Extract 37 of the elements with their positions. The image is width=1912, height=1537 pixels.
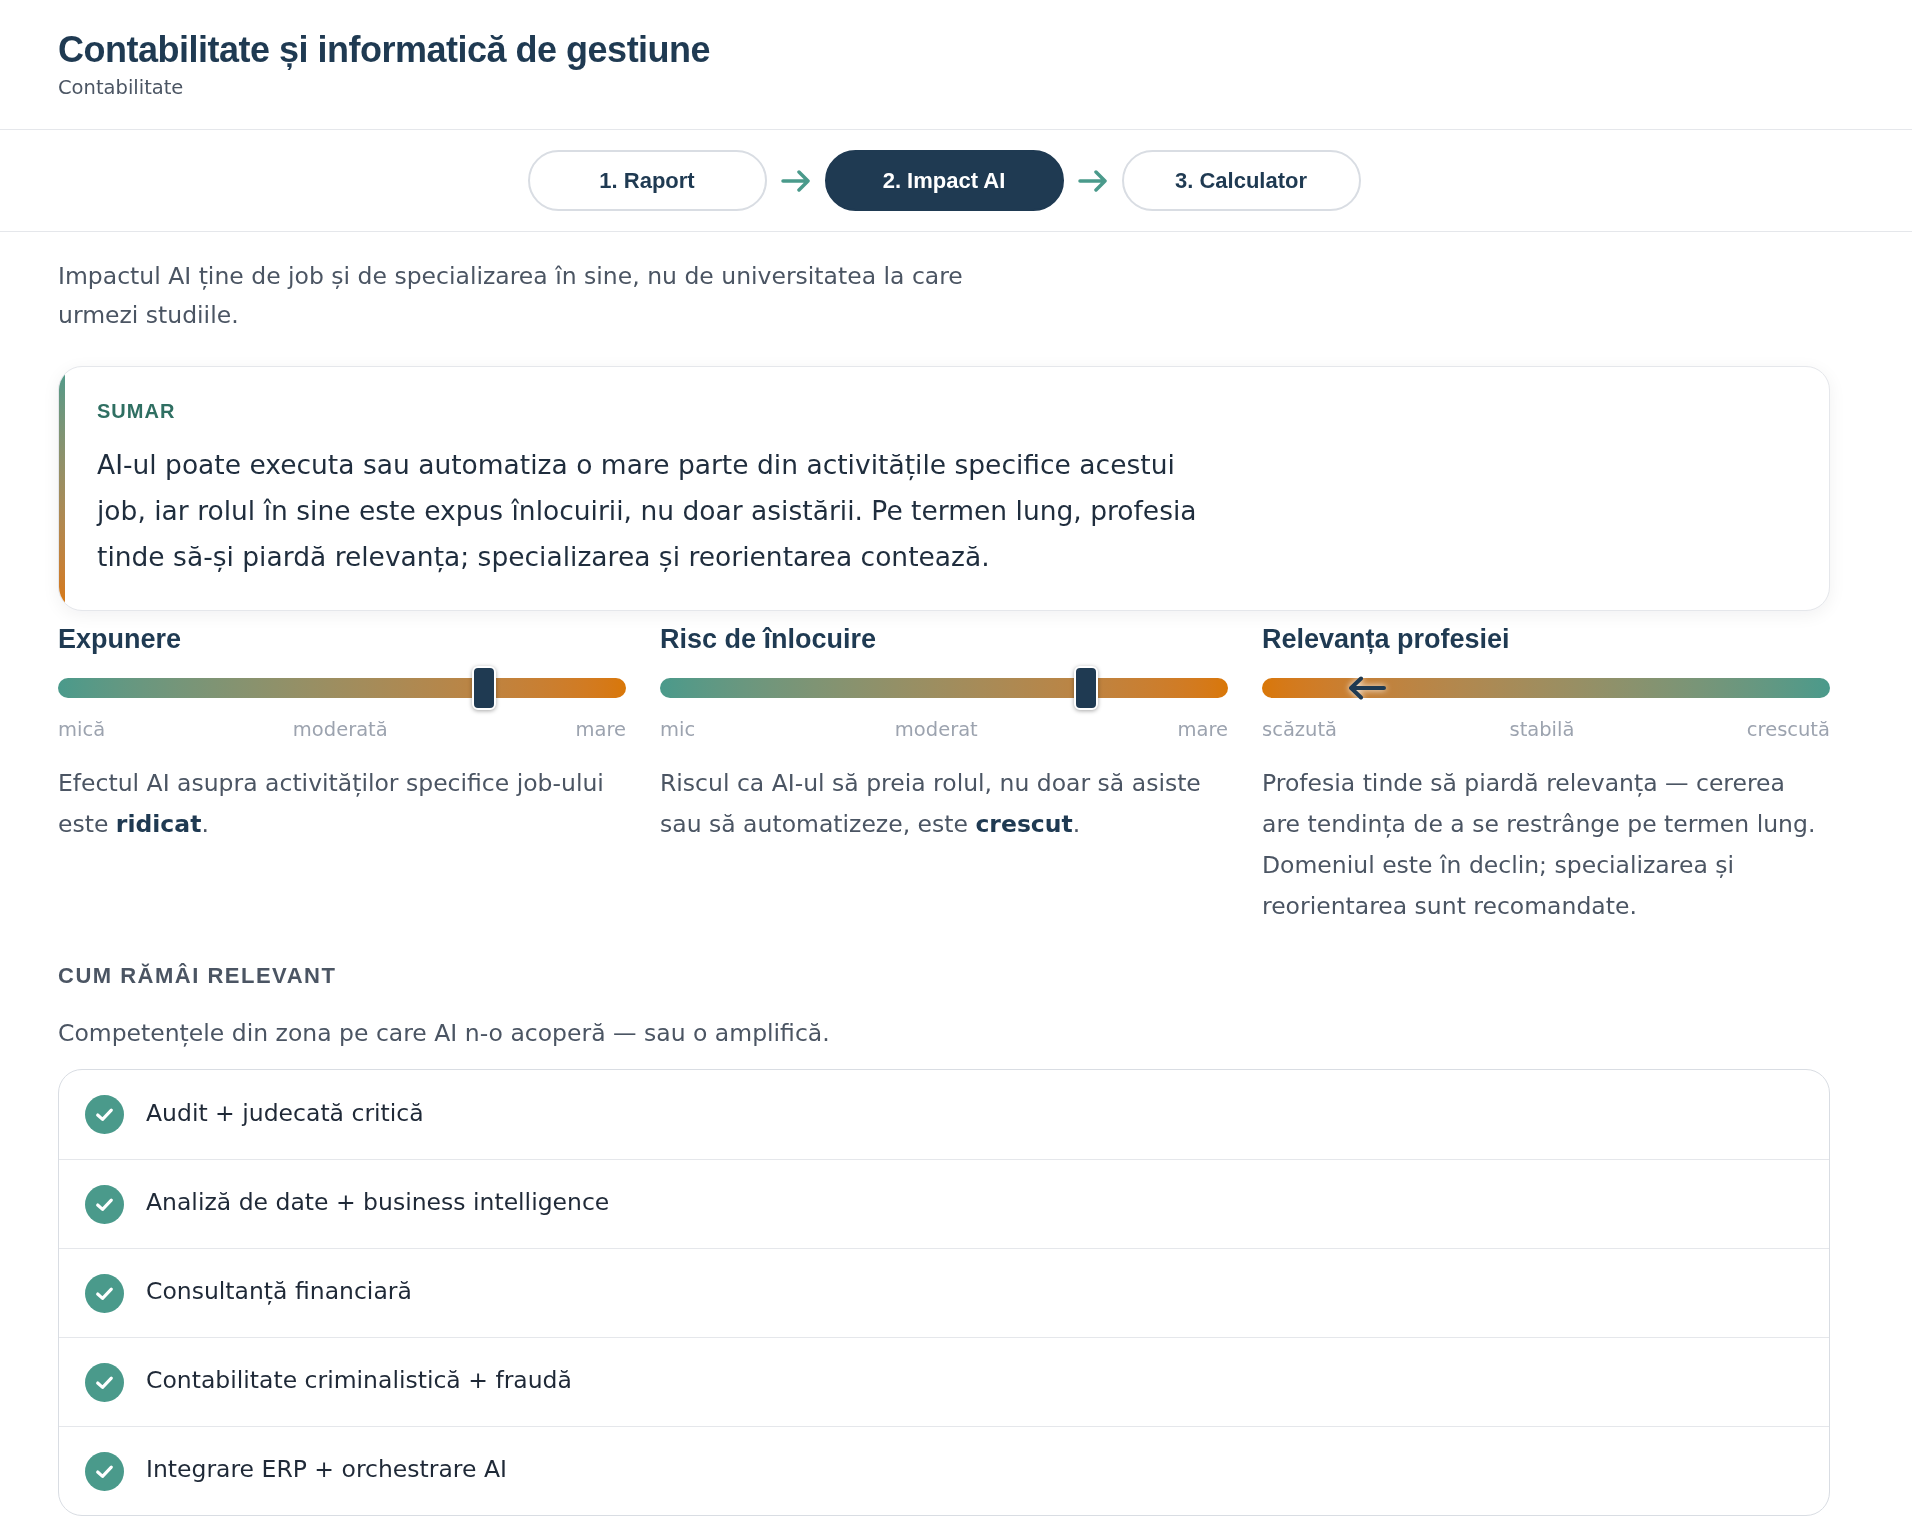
skill-item: Contabilitate criminalistică + fraudă	[146, 1365, 572, 1395]
meter-description: Efectul AI asupra activităților specifice job-ului este ridicat.	[58, 768, 605, 840]
meter-title: Expunere	[58, 624, 182, 654]
skill-item: Audit + judecată critică	[146, 1097, 424, 1128]
skill-item: Integrare ERP + orchestrare AI	[146, 1454, 507, 1484]
section-heading: CUM RĂMÂI RELEVANT	[58, 964, 337, 988]
skill-item: Consultanță financiară	[146, 1276, 412, 1306]
check-circle-icon	[85, 1095, 124, 1134]
check-circle-icon	[85, 1273, 124, 1313]
scale-label: mare	[575, 718, 626, 742]
step-tab[interactable]: 1. Raport	[527, 150, 767, 211]
scale-label: moderată	[292, 718, 388, 742]
step-tab[interactable]: 2. Impact AI	[824, 150, 1064, 211]
meter-description: Profesia tinde să piardă relevanța — cererea are tendința de a se restrânge pe termen lung. Domeniul este în declin; specializarea și reorientarea sunt recomandate.	[1262, 768, 1817, 922]
right-arrow-icon	[780, 169, 811, 192]
page-subtitle: Contabilitate	[58, 76, 184, 100]
skill-item: Analiză de date + business intelligence	[146, 1187, 610, 1217]
scale-label: crescută	[1746, 718, 1830, 742]
scale-label: stabilă	[1509, 718, 1575, 742]
summary-text: AI-ul poate executa sau automatiza o mare parte din activitățile specifice acestui job, iar rolul în sine este expus înlocuirii, nu doar asistării. Pe termen lung, profesia tinde să-și piardă relevanța; specializarea și reorientarea contează.	[97, 448, 1198, 575]
intro-text: Impactul AI ține de job și de specializarea în sine, nu de universitatea la care urmezi studiile.	[58, 261, 964, 331]
scale-label: mică	[58, 718, 106, 742]
scale-label: mic	[660, 718, 696, 742]
meter-description: Riscul ca AI-ul să preia rolul, nu doar să asiste sau să automatizeze, este crescut.	[660, 768, 1202, 840]
summary-label: SUMAR	[97, 400, 176, 422]
page-title: Contabilitate și informatică de gestiune	[58, 30, 711, 70]
meter-title: Risc de înlocuire	[660, 624, 877, 654]
check-circle-icon	[85, 1184, 124, 1224]
meter-title: Relevanța profesiei	[1262, 624, 1510, 654]
scale-label: mare	[1177, 718, 1228, 742]
check-circle-icon	[85, 1451, 124, 1491]
check-circle-icon	[85, 1362, 124, 1402]
scale-label: moderat	[894, 718, 978, 742]
step-tab[interactable]: 3. Calculator	[1121, 150, 1361, 211]
section-subtitle: Competențele din zona pe care AI n-o acoperă — sau o amplifică.	[58, 1018, 830, 1049]
scale-label: scăzută	[1262, 718, 1338, 742]
right-arrow-icon	[1077, 169, 1108, 192]
